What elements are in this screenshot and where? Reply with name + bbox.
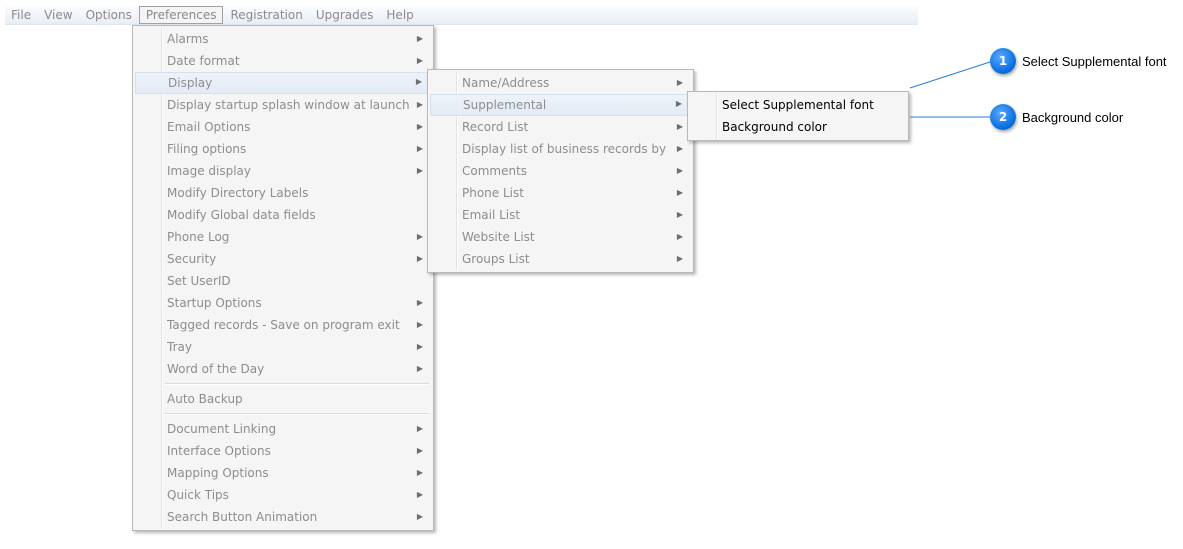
callout-text-1: Select Supplemental font [1022, 54, 1167, 69]
callout-text-2: Background color [1022, 110, 1124, 125]
screen: File View Options Preferences Registration Up… [0, 0, 1183, 549]
callout-badge-2: 2 [990, 104, 1016, 130]
callout-badge-1: 1 [990, 48, 1016, 74]
callout-lines [909, 61, 991, 118]
callout-line-1 [909, 61, 991, 89]
